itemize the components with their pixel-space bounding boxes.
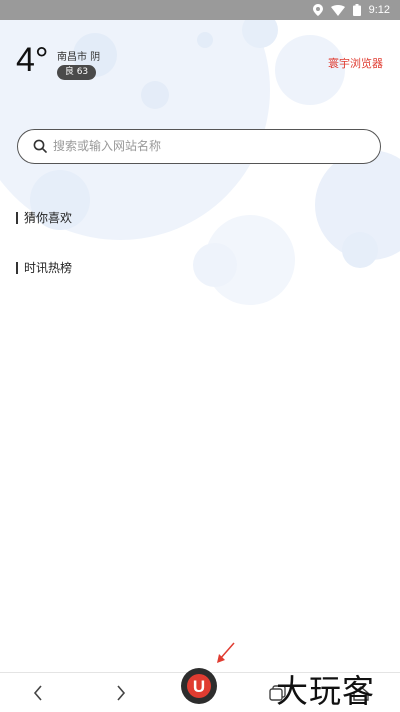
search-icon — [33, 139, 47, 153]
weather-city-condition[interactable]: 南昌市 阴 — [57, 48, 100, 63]
wifi-icon — [330, 4, 345, 16]
section-marker — [16, 261, 18, 274]
back-button[interactable] — [18, 673, 58, 712]
section-marker — [16, 211, 18, 224]
section-guess-you-like: 猜你喜欢 — [16, 209, 72, 226]
chevron-right-icon — [117, 684, 126, 701]
background-decoration — [0, 0, 400, 305]
battery-icon — [352, 4, 361, 16]
forward-button[interactable] — [101, 673, 141, 712]
aqi-badge[interactable]: 良 63 — [57, 65, 96, 80]
section-news-hot: 时讯热榜 — [16, 259, 72, 276]
chevron-left-icon — [33, 684, 42, 701]
location-icon — [312, 4, 323, 16]
watermark: 大玩客 — [276, 672, 376, 710]
logo-letter: U — [193, 677, 205, 696]
status-bar: 9:12 — [0, 0, 400, 20]
browser-name: 寰宇浏览器 — [328, 57, 383, 70]
search-box[interactable] — [17, 129, 381, 164]
weather-temperature[interactable]: 4° — [16, 41, 49, 80]
section-guess-you-like-label: 猜你喜欢 — [24, 211, 73, 225]
arrow-annotation-icon — [217, 642, 235, 663]
menu-logo-button[interactable]: U — [181, 668, 217, 704]
search-input[interactable] — [51, 133, 375, 159]
u-logo-icon: U — [187, 674, 211, 698]
section-news-hot-label: 时讯热榜 — [24, 261, 73, 275]
status-time: 9:12 — [368, 4, 390, 16]
